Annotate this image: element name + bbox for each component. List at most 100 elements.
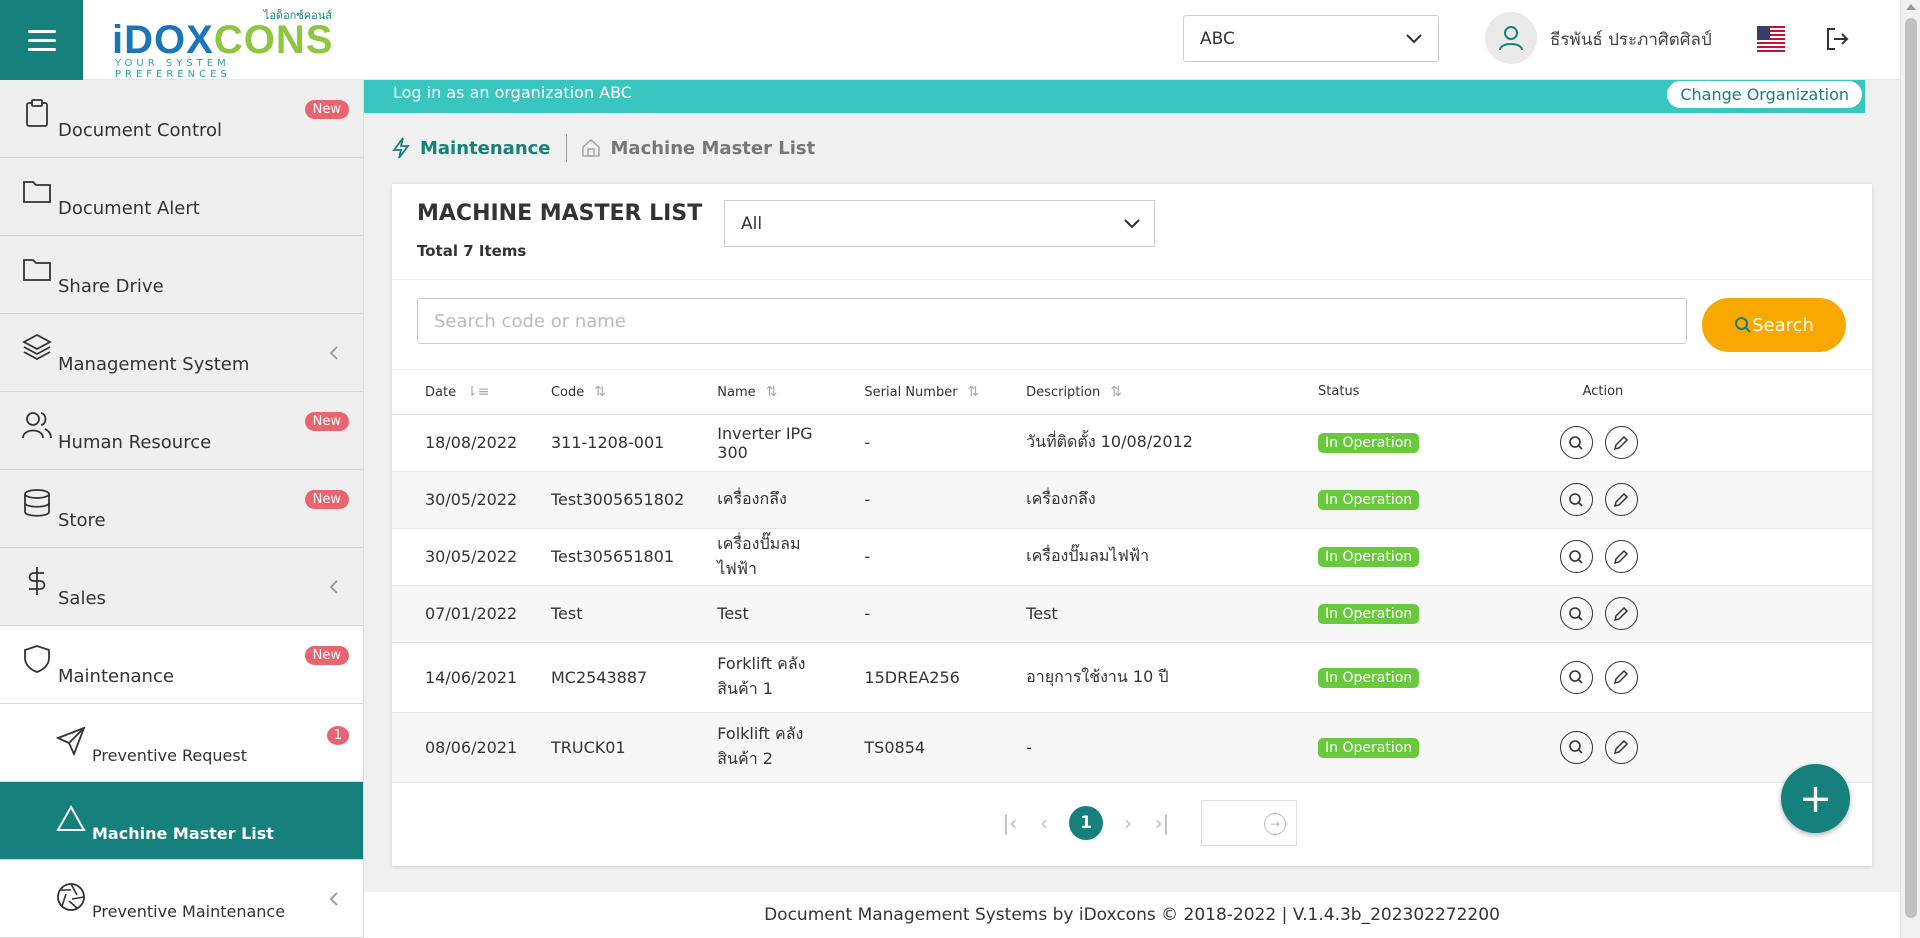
next-page-icon[interactable]: › — [1115, 810, 1141, 836]
view-button[interactable] — [1559, 660, 1593, 694]
machine-table: Date ⇂≡ Code ⇅ Name ⇅ Serial Number ⇅ Descri… — [392, 370, 1872, 783]
cell-status: In Operation — [1285, 471, 1550, 529]
menu-toggle-button[interactable] — [0, 0, 83, 80]
sidebar-item-machine-master-list[interactable]: Machine Master List — [0, 782, 363, 860]
pencil-icon — [1614, 606, 1629, 621]
search-icon — [1569, 670, 1583, 684]
table-row[interactable]: 18/08/2022 311-1208-001 Inverter IPG 300… — [392, 414, 1872, 472]
cell-date: 30/05/2022 — [392, 528, 518, 586]
sidebar-item-share-drive[interactable]: Share Drive — [0, 236, 363, 314]
logout-icon[interactable] — [1824, 26, 1850, 52]
scroll-up-icon[interactable] — [1906, 4, 1916, 10]
cell-name: Test — [684, 585, 832, 643]
edit-button[interactable] — [1604, 483, 1638, 516]
sidebar-item-human-resource[interactable]: Human Resource New — [0, 392, 363, 470]
breadcrumb-section[interactable]: Maintenance — [420, 138, 551, 159]
view-button[interactable] — [1559, 483, 1593, 516]
organization-select-value: ABC — [1200, 28, 1235, 49]
status-filter-select[interactable]: All — [724, 200, 1155, 247]
search-button[interactable]: Search — [1702, 298, 1846, 352]
arrow-right-circle-icon[interactable]: → — [1264, 813, 1286, 835]
footer-text: Document Management Systems by iDoxcons … — [764, 905, 1500, 925]
edit-button[interactable] — [1604, 597, 1638, 630]
sidebar-item-preventive-request[interactable]: Preventive Request 1 — [0, 704, 363, 782]
column-header-description[interactable]: Description ⇅ — [993, 370, 1286, 415]
sort-icon[interactable]: ⇅ — [968, 384, 980, 400]
sidebar-item-document-alert[interactable]: Document Alert — [0, 158, 363, 236]
new-badge: New — [304, 100, 349, 119]
user-name[interactable]: ธีรพันธ์ ประภาศิตศิลป์ — [1550, 26, 1712, 53]
dollar-icon — [28, 567, 46, 595]
sidebar-item-label: Maintenance — [58, 666, 174, 687]
sidebar-item-sales[interactable]: Sales — [0, 548, 363, 626]
pencil-icon — [1614, 435, 1629, 450]
breadcrumb-page: Machine Master List — [610, 137, 816, 159]
add-machine-button[interactable]: + — [1781, 764, 1850, 833]
status-badge: In Operation — [1318, 547, 1420, 567]
cell-code: Test305651801 — [517, 528, 685, 586]
last-page-icon[interactable]: ›| — [1149, 810, 1175, 836]
edit-button[interactable] — [1604, 540, 1638, 573]
goto-page-input[interactable]: → — [1201, 800, 1297, 846]
cell-name: Inverter IPG 300 — [684, 414, 832, 472]
sidebar-item-label: Preventive Maintenance — [92, 902, 286, 921]
column-header-date[interactable]: Date ⇂≡ — [392, 370, 518, 415]
column-header-serial-number[interactable]: Serial Number ⇅ — [831, 370, 994, 415]
change-organization-button[interactable]: Change Organization — [1666, 80, 1863, 109]
table-row[interactable]: 08/06/2021 TRUCK01 Folklift คลังสินค้า 2… — [392, 712, 1872, 783]
cell-description: เครื่องปั๊มลมไฟฟ้า — [993, 528, 1286, 586]
table-row[interactable]: 30/05/2022 Test305651801 เครื่องปั๊มลมไฟ… — [392, 528, 1872, 586]
cell-status: In Operation — [1285, 642, 1550, 713]
sidebar-item-label: Preventive Request — [92, 746, 247, 765]
sidebar-item-maintenance[interactable]: Maintenance New — [0, 626, 363, 704]
cell-name: เครื่องปั๊มลมไฟฟ้า — [684, 528, 832, 586]
cell-description: เครื่องกลึง — [993, 471, 1286, 529]
sort-icon[interactable]: ⇅ — [766, 384, 778, 400]
sidebar-item-label: Sales — [58, 588, 106, 609]
search-input[interactable] — [417, 298, 1687, 344]
sort-icon[interactable]: ⇅ — [594, 384, 606, 400]
view-button[interactable] — [1559, 597, 1593, 630]
sort-desc-icon[interactable]: ⇂≡ — [466, 384, 489, 400]
table-row[interactable]: 30/05/2022 Test3005651802 เครื่องกลึง - … — [392, 471, 1872, 529]
view-button[interactable] — [1559, 730, 1593, 764]
sidebar-item-management-system[interactable]: Management System — [0, 314, 363, 392]
search-icon — [1735, 317, 1751, 333]
table-row[interactable]: 07/01/2022 Test Test - Test In Operation — [392, 585, 1872, 643]
view-button[interactable] — [1559, 426, 1593, 459]
cell-code: 311-1208-001 — [517, 414, 685, 472]
pencil-icon — [1614, 669, 1629, 685]
cell-serial: - — [831, 585, 994, 643]
prev-page-icon[interactable]: ‹ — [1031, 810, 1057, 836]
page-scrollbar[interactable] — [1900, 0, 1920, 938]
lightning-icon — [392, 137, 410, 159]
view-button[interactable] — [1559, 540, 1593, 573]
current-page[interactable]: 1 — [1069, 806, 1103, 840]
send-icon — [56, 726, 86, 756]
sort-icon[interactable]: ⇅ — [1110, 384, 1122, 400]
first-page-icon[interactable]: |‹ — [997, 810, 1023, 836]
edit-button[interactable] — [1604, 426, 1638, 459]
scrollbar-thumb[interactable] — [1905, 18, 1917, 918]
column-header-code[interactable]: Code ⇅ — [517, 370, 685, 415]
app-logo[interactable]: ไอด็อกซ์คอนส์ iDOXCONS YOUR SYSTEM PREFE… — [112, 6, 332, 80]
search-icon — [1569, 549, 1583, 564]
sidebar-item-store[interactable]: Store New — [0, 470, 363, 548]
cell-description: วันที่ติดตั้ง 10/08/2012 — [993, 414, 1286, 472]
table-row[interactable]: 14/06/2021 MC2543887 Forklift คลังสินค้า… — [392, 642, 1872, 713]
pencil-icon — [1614, 549, 1629, 564]
search-icon — [1569, 492, 1583, 507]
edit-button[interactable] — [1604, 730, 1638, 764]
sidebar-item-document-control[interactable]: Document Control New — [0, 80, 363, 158]
cell-serial: - — [831, 528, 994, 586]
column-header-name[interactable]: Name ⇅ — [684, 370, 832, 415]
machine-list-card: MACHINE MASTER LIST Total 7 Items All Se… — [392, 184, 1872, 866]
organization-select[interactable]: ABC — [1183, 15, 1439, 62]
user-avatar[interactable] — [1485, 12, 1537, 64]
us-flag-icon[interactable] — [1757, 26, 1785, 52]
edit-button[interactable] — [1604, 660, 1638, 694]
status-badge: In Operation — [1318, 667, 1420, 688]
sidebar-item-preventive-maintenance[interactable]: Preventive Maintenance — [0, 860, 363, 938]
search-icon — [1569, 606, 1583, 621]
status-filter-value: All — [741, 213, 763, 234]
